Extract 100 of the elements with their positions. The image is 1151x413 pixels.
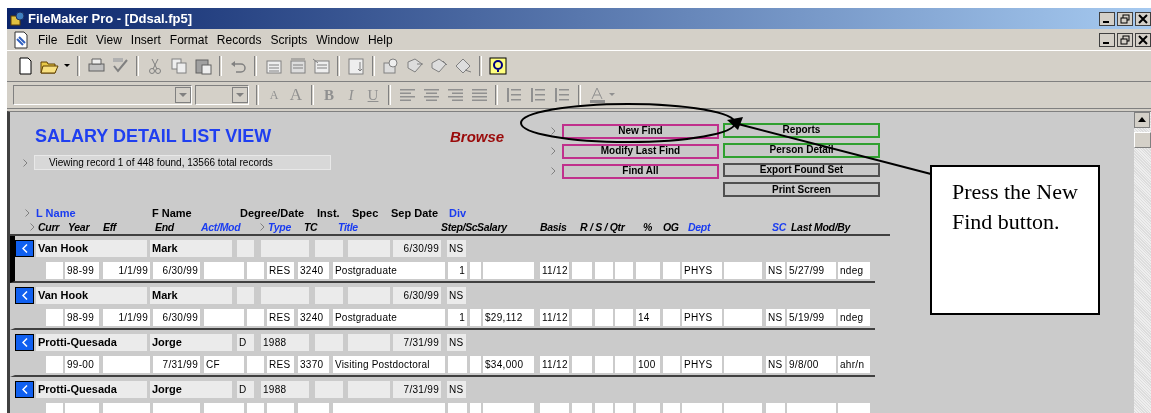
field-cell: NS (447, 239, 466, 257)
chevron-icon (21, 337, 28, 347)
minimize-icon[interactable] (1099, 11, 1115, 26)
field-cell (261, 286, 309, 304)
size-field[interactable] (195, 85, 249, 105)
paste-icon[interactable] (193, 56, 213, 76)
column-header: End (155, 221, 174, 233)
field-cell: RES (267, 355, 294, 373)
record-row[interactable]: Van Hook Mark 6/30/99 NS 98-99 1/1/99 6/30/99 RES 3240 Postgraduate 1 11/12 PHYS NS 5/27/99 ndeg (10, 236, 875, 283)
field-cell (204, 308, 244, 326)
column-header: Dept (688, 221, 711, 233)
menu-item[interactable]: Records (216, 32, 262, 47)
line-spacing-icon[interactable] (552, 85, 572, 105)
close-icon[interactable] (1135, 32, 1151, 47)
menu-item[interactable]: View (96, 32, 122, 47)
field-cell: 5/19/99 (787, 308, 836, 326)
field-cell: RES (267, 308, 294, 326)
menu-item[interactable]: Edit (66, 32, 88, 47)
menu-item[interactable]: Window (316, 32, 359, 47)
chevron-icon (23, 158, 28, 167)
field-cell (615, 308, 633, 326)
field-cell (595, 261, 613, 279)
script-button[interactable]: Person Detail (723, 142, 880, 158)
record-row[interactable]: Protti-Quesada Jorge D 1988 7/31/99 NS 99-00 7/31/99 CF RES 3370 Visiting Postdoctoral $34,000 11/12 100 PHYS NS 9/8/00 ahr/n (10, 330, 875, 377)
field-cell: 1/1/99 (103, 261, 150, 279)
field-cell (46, 261, 63, 279)
field-cell (237, 286, 254, 304)
column-header: Basis (540, 221, 567, 233)
field-cell: 98-99 (65, 261, 99, 279)
record-button[interactable] (15, 333, 34, 351)
column-header: Year (68, 221, 90, 233)
column-header: Inst. (317, 206, 340, 219)
field-cell (103, 355, 150, 373)
field-cell (46, 308, 63, 326)
menu-item[interactable]: File (38, 32, 58, 47)
field-cell (237, 239, 254, 257)
field-cell: 5/27/99 (787, 261, 836, 279)
script-button[interactable]: Find All (562, 163, 719, 179)
line-spacing-icon[interactable] (504, 85, 524, 105)
restore-icon[interactable] (1117, 32, 1133, 47)
sort-icon[interactable] (346, 56, 366, 76)
record-button[interactable] (15, 286, 34, 304)
script-button[interactable]: New Find (562, 123, 719, 139)
restore-icon[interactable] (1117, 11, 1133, 26)
field-cell (315, 333, 343, 351)
field-cell: Protti-Quesada (36, 380, 147, 398)
field-cell: 7/31/99 (153, 355, 200, 373)
record-button[interactable] (15, 380, 34, 398)
record-button[interactable] (15, 239, 34, 257)
script-button[interactable]: Modify Last Find (562, 143, 719, 159)
field-cell: 3240 (298, 261, 329, 279)
field-cell (348, 380, 390, 398)
find-icon[interactable] (381, 56, 401, 76)
layout-title: SALARY DETAIL LIST VIEW (35, 126, 273, 147)
field-cell: 6/30/99 (393, 239, 441, 257)
font-field[interactable] (13, 85, 192, 105)
window-title: FileMaker Pro - [Ddsal.fp5] (28, 11, 192, 26)
field-cell (261, 239, 309, 257)
line-spacing-icon[interactable] (528, 85, 548, 105)
field-cell (615, 261, 633, 279)
script-button[interactable]: Print Screen (723, 182, 880, 197)
menu-item[interactable]: Insert (130, 32, 161, 47)
field-cell (724, 308, 762, 326)
app-icon (9, 10, 25, 27)
field-cell: 100 (636, 355, 660, 373)
field-cell: 1988 (261, 380, 309, 398)
close-icon[interactable] (1135, 11, 1151, 26)
scroll-thumb[interactable] (1134, 132, 1151, 148)
field-cell: 3240 (298, 308, 329, 326)
menu-item[interactable]: Help (367, 32, 393, 47)
field-cell (247, 308, 264, 326)
record-row[interactable]: Van Hook Mark 6/30/99 NS 98-99 1/1/99 6/30/99 RES 3240 Postgraduate 1 $29,112 11/12 14 PHYS NS 5/19/99 ndeg (10, 283, 875, 330)
field-cell: 1/1/99 (103, 308, 150, 326)
menu-item[interactable]: Format (169, 32, 208, 47)
copy-icon[interactable] (169, 56, 189, 76)
script-button[interactable]: Export Found Set (723, 162, 880, 178)
column-header: Act/Mod (201, 221, 241, 233)
scrollbar[interactable] (1134, 112, 1151, 413)
duplicate-record-icon[interactable] (287, 56, 307, 76)
column-header: TC (304, 221, 318, 233)
field-cell: Jorge (150, 333, 232, 351)
delete-record-icon[interactable] (311, 56, 331, 76)
field-cell (247, 261, 264, 279)
scroll-up-icon[interactable] (1134, 112, 1150, 128)
menu-item[interactable]: Scripts (270, 32, 308, 47)
field-cell: 14 (636, 308, 660, 326)
text-color-icon[interactable] (587, 85, 617, 105)
record-status: Viewing record 1 of 448 found, 13566 total records (34, 155, 331, 170)
minimize-icon[interactable] (1099, 32, 1115, 47)
field-cell (595, 355, 613, 373)
script-button[interactable]: Reports (723, 123, 880, 138)
field-cell (470, 261, 481, 279)
field-cell (595, 308, 613, 326)
field-cell: NS (447, 286, 466, 304)
field-cell: 6/30/99 (393, 286, 441, 304)
field-cell (572, 355, 592, 373)
field-cell: ndeg (838, 261, 870, 279)
field-cell (663, 308, 680, 326)
record-row[interactable]: Protti-Quesada Jorge D 1988 7/31/99 NS (10, 377, 875, 413)
field-cell: Postgraduate (333, 261, 445, 279)
